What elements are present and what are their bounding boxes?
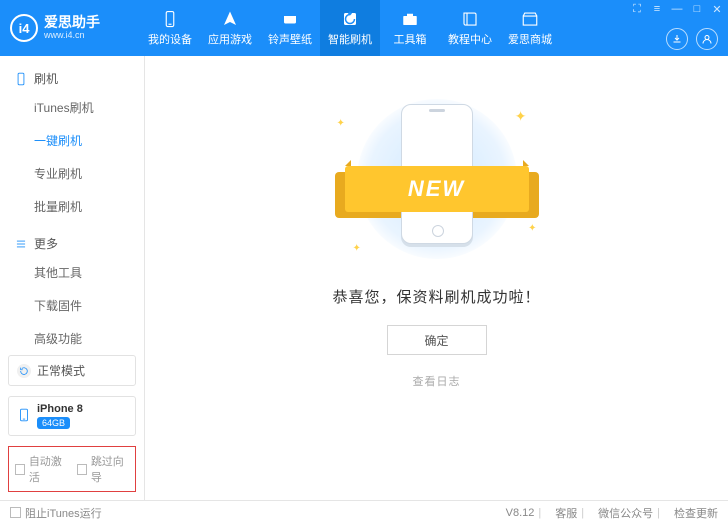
- header-right-buttons: [666, 28, 718, 50]
- nav-label: 爱思商城: [508, 31, 552, 47]
- toolbox-icon: [401, 10, 419, 28]
- sidebar-item-advanced[interactable]: 高级功能: [0, 322, 144, 355]
- sidebar-section-label: 刷机: [34, 70, 58, 87]
- nav-label: 铃声壁纸: [268, 31, 312, 47]
- apps-icon: [221, 10, 239, 28]
- support-link[interactable]: 客服: [555, 505, 577, 521]
- menu-icon[interactable]: ≡: [650, 2, 664, 16]
- sidebar-section-label: 更多: [34, 235, 58, 252]
- nav-shop[interactable]: 爱思商城: [500, 0, 560, 56]
- sidebar-item-itunes-flash[interactable]: iTunes刷机: [0, 91, 144, 124]
- version-label: V8.12: [506, 507, 535, 519]
- download-button[interactable]: [666, 28, 688, 50]
- user-button[interactable]: [696, 28, 718, 50]
- close-icon[interactable]: ✕: [710, 2, 724, 16]
- app-url: www.i4.cn: [44, 31, 100, 41]
- ok-button[interactable]: 确定: [387, 325, 487, 355]
- block-itunes-checkbox[interactable]: 阻止iTunes运行: [10, 505, 102, 521]
- main-content: ✦ ✦ ✦ ✦ NEW 恭喜您，保资料刷机成功啦！ 确定 查看日志: [145, 56, 728, 500]
- ribbon-label: NEW: [345, 166, 529, 212]
- app-header: i4 爱思助手 www.i4.cn 我的设备 应用游戏 铃声壁纸 智能刷机 工具…: [0, 0, 728, 56]
- nav-label: 教程中心: [448, 31, 492, 47]
- check-update-link[interactable]: 检查更新: [674, 505, 718, 521]
- nav-label: 智能刷机: [328, 31, 372, 47]
- refresh-icon: [17, 364, 31, 378]
- phone-icon: [17, 406, 31, 427]
- top-nav: 我的设备 应用游戏 铃声壁纸 智能刷机 工具箱 教程中心 爱思商城: [140, 0, 560, 56]
- logo-icon: i4: [10, 14, 38, 42]
- app-logo: i4 爱思助手 www.i4.cn: [10, 14, 140, 42]
- storage-badge: 64GB: [37, 417, 70, 429]
- music-icon: [281, 10, 299, 28]
- sidebar-item-oneclick-flash[interactable]: 一键刷机: [0, 124, 144, 157]
- sidebar-section-more[interactable]: 更多: [0, 231, 144, 256]
- tshirt-icon[interactable]: ⛶: [630, 2, 644, 16]
- shop-icon: [521, 10, 539, 28]
- flash-icon: [341, 10, 359, 28]
- mode-label: 正常模式: [37, 362, 85, 379]
- nav-label: 工具箱: [394, 31, 427, 47]
- sidebar-item-other-tools[interactable]: 其他工具: [0, 256, 144, 289]
- maximize-icon[interactable]: □: [690, 2, 704, 16]
- sidebar: 刷机 iTunes刷机 一键刷机 专业刷机 批量刷机 更多 其他工具 下载固件 …: [0, 56, 145, 500]
- minimize-icon[interactable]: —: [670, 2, 684, 16]
- device-icon: [161, 10, 179, 28]
- sidebar-item-download-fw[interactable]: 下载固件: [0, 289, 144, 322]
- nav-flash[interactable]: 智能刷机: [320, 0, 380, 56]
- footer: 阻止iTunes运行 V8.12 | 客服 | 微信公众号 | 检查更新: [0, 500, 728, 524]
- options-row: 自动激活 跳过向导: [8, 446, 136, 492]
- success-message: 恭喜您，保资料刷机成功啦！: [332, 286, 540, 307]
- sidebar-item-batch-flash[interactable]: 批量刷机: [0, 190, 144, 223]
- view-log-link[interactable]: 查看日志: [413, 373, 461, 389]
- nav-tutorial[interactable]: 教程中心: [440, 0, 500, 56]
- nav-my-device[interactable]: 我的设备: [140, 0, 200, 56]
- app-name: 爱思助手: [44, 15, 100, 30]
- wechat-link[interactable]: 微信公众号: [598, 505, 653, 521]
- book-icon: [461, 10, 479, 28]
- skip-guide-checkbox[interactable]: 跳过向导: [77, 453, 129, 485]
- nav-apps[interactable]: 应用游戏: [200, 0, 260, 56]
- device-box[interactable]: iPhone 8 64GB: [8, 396, 136, 436]
- list-icon: [14, 237, 28, 251]
- success-illustration: ✦ ✦ ✦ ✦ NEW: [327, 94, 547, 264]
- nav-toolbox[interactable]: 工具箱: [380, 0, 440, 56]
- nav-label: 应用游戏: [208, 31, 252, 47]
- device-name: iPhone 8: [37, 403, 83, 415]
- nav-ringtone[interactable]: 铃声壁纸: [260, 0, 320, 56]
- auto-activate-checkbox[interactable]: 自动激活: [15, 453, 67, 485]
- sidebar-item-pro-flash[interactable]: 专业刷机: [0, 157, 144, 190]
- nav-label: 我的设备: [148, 31, 192, 47]
- phone-icon: [14, 72, 28, 86]
- mode-box[interactable]: 正常模式: [8, 355, 136, 386]
- sidebar-section-flash[interactable]: 刷机: [0, 66, 144, 91]
- window-controls: ⛶ ≡ — □ ✕: [630, 2, 724, 16]
